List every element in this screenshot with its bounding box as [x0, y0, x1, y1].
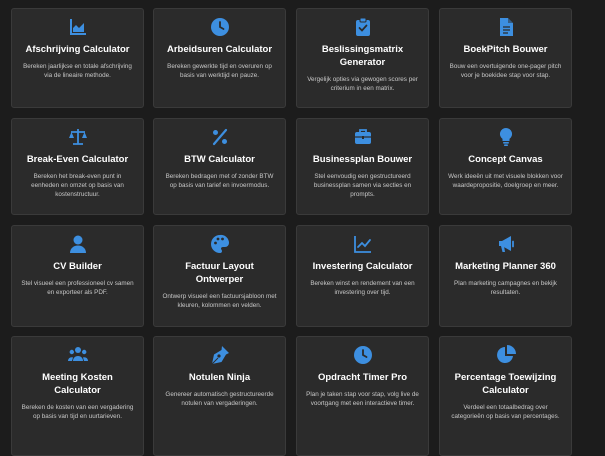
tool-card-investering[interactable]: Investering Calculator Bereken winst en … — [296, 225, 429, 327]
tool-title: Meeting Kosten Calculator — [42, 372, 113, 396]
tool-title: Concept Canvas — [468, 154, 543, 165]
tool-title: Notulen Ninja — [188, 372, 251, 383]
tool-card-concept-canvas[interactable]: Concept Canvas Werk ideeën uit met visue… — [439, 118, 572, 215]
tool-description: Bereken bedragen met of zonder BTW op ba… — [165, 173, 274, 189]
tool-description: Ontwerp visueel een factuursjabloon met … — [162, 293, 277, 309]
tool-card-break-even[interactable]: Break-Even Calculator Bereken het break-… — [11, 118, 144, 215]
scale-icon — [68, 127, 88, 147]
line-chart-icon — [353, 234, 373, 254]
tool-description: Bereken het break-even punt in eenheden … — [31, 173, 124, 198]
tool-card-percentage-toewijzing[interactable]: Percentage Toewijzing Calculator Verdeel… — [439, 336, 572, 456]
tool-description: Plan marketing campagnes en bekijk resul… — [454, 280, 557, 296]
tool-title: Marketing Planner 360 — [455, 261, 556, 272]
tool-description: Genereer automatisch gestructureerde not… — [165, 391, 274, 407]
tool-card-arbeidsuren[interactable]: Arbeidsuren Calculator Bereken gewerkte … — [153, 8, 286, 108]
clipboard-check-icon — [353, 17, 373, 37]
tool-card-btw[interactable]: BTW Calculator Bereken bedragen met of z… — [153, 118, 286, 215]
tool-description: Werk ideeën uit met visuele blokken voor… — [448, 173, 563, 189]
document-icon — [496, 17, 516, 37]
user-icon — [68, 234, 88, 254]
tool-description: Plan je taken stap voor stap, volg live … — [306, 391, 419, 407]
tool-card-factuur-layout[interactable]: Factuur Layout Ontwerper Ontwerp visueel… — [153, 225, 286, 327]
tool-title: Arbeidsuren Calculator — [166, 44, 273, 55]
clock-icon — [210, 17, 230, 37]
tool-card-cv-builder[interactable]: CV Builder Stel visueel een professionee… — [11, 225, 144, 327]
tool-title: CV Builder — [53, 261, 102, 272]
tool-description: Bouw een overtuigende one-pager pitch vo… — [449, 63, 562, 79]
tool-description: Verdeel een totaalbedrag over categorieë… — [451, 404, 560, 420]
pie-chart-icon — [496, 345, 516, 365]
briefcase-icon — [353, 127, 373, 147]
tool-title: Afschrijving Calculator — [25, 44, 130, 55]
pen-nib-icon — [210, 345, 230, 365]
tool-description: Bereken jaarlijkse en totale afschrijvin… — [23, 63, 132, 79]
tool-title: BTW Calculator — [184, 154, 255, 165]
tool-card-meeting-kosten[interactable]: Meeting Kosten Calculator Bereken de kos… — [11, 336, 144, 456]
tool-card-beslissingsmatrix[interactable]: Beslissingsmatrix Generator Vergelijk op… — [296, 8, 429, 108]
tool-title: BoekPitch Bouwer — [463, 44, 548, 55]
tool-card-notulen-ninja[interactable]: Notulen Ninja Genereer automatisch gestr… — [153, 336, 286, 456]
tool-title: Opdracht Timer Pro — [317, 372, 408, 383]
tool-description: Vergelijk opties via gewogen scores per … — [307, 76, 418, 92]
tool-title: Businessplan Bouwer — [312, 154, 413, 165]
tool-title: Factuur Layout Ontwerper — [185, 261, 254, 285]
tool-card-boekpitch[interactable]: BoekPitch Bouwer Bouw een overtuigende o… — [439, 8, 572, 108]
palette-icon — [210, 234, 230, 254]
tool-card-businessplan[interactable]: Businessplan Bouwer Stel eenvoudig een g… — [296, 118, 429, 215]
tool-description: Bereken gewerkte tijd en overuren op bas… — [167, 63, 272, 79]
tool-description: Stel visueel een professioneel cv samen … — [21, 280, 134, 296]
lightbulb-icon — [496, 127, 516, 147]
tool-card-afschrijving[interactable]: Afschrijving Calculator Bereken jaarlijk… — [11, 8, 144, 108]
tool-description: Bereken winst en rendement van een inves… — [310, 280, 415, 296]
megaphone-icon — [496, 234, 516, 254]
tool-title: Percentage Toewijzing Calculator — [454, 372, 557, 396]
tool-title: Investering Calculator — [312, 261, 413, 272]
tool-title: Beslissingsmatrix Generator — [321, 44, 404, 68]
tool-description: Stel eenvoudig een gestructureerd busine… — [313, 173, 412, 198]
tool-description: Bereken de kosten van een vergadering op… — [21, 404, 134, 420]
tool-grid: Afschrijving Calculator Bereken jaarlijk… — [0, 0, 605, 456]
percent-icon — [210, 127, 230, 147]
clock-icon — [353, 345, 373, 365]
tool-card-opdracht-timer[interactable]: Opdracht Timer Pro Plan je taken stap vo… — [296, 336, 429, 456]
tool-card-marketing-planner[interactable]: Marketing Planner 360 Plan marketing cam… — [439, 225, 572, 327]
area-chart-icon — [68, 17, 88, 37]
users-icon — [67, 345, 88, 365]
tool-title: Break-Even Calculator — [26, 154, 129, 165]
